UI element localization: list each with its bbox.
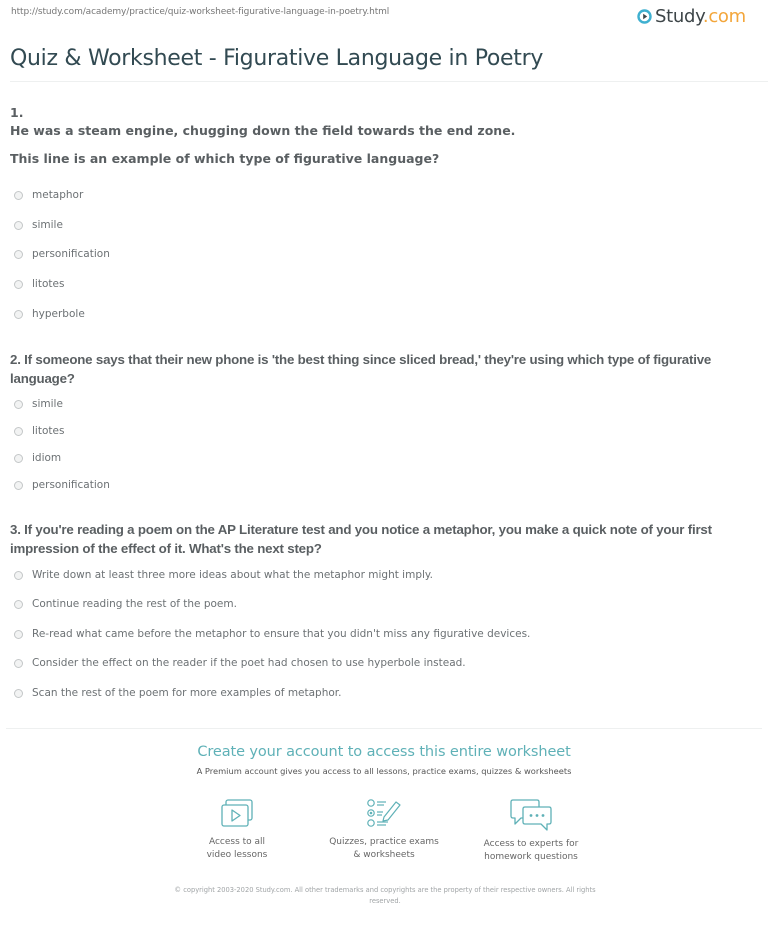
feature-label: Access to experts for (483, 839, 579, 849)
question-2-option[interactable]: simile (14, 398, 63, 410)
question-3-text: 3. If you're reading a poem on the AP Li… (10, 522, 712, 556)
option-label: metaphor (32, 189, 84, 201)
question-1-text: This line is an example of which type of… (10, 151, 440, 166)
radio-button[interactable] (14, 249, 23, 259)
radio-button[interactable] (14, 570, 23, 580)
page-url: http://study.com/academy/practice/quiz-w… (11, 7, 390, 17)
radio-button[interactable] (14, 688, 23, 698)
option-label: personification (32, 248, 110, 260)
feature-video-lessons: Access to all video lessons (162, 798, 312, 862)
option-label: idiom (32, 452, 62, 464)
logo-suffix: .com (702, 6, 746, 27)
question-2-option[interactable]: idiom (14, 452, 61, 464)
option-label: personification (32, 479, 110, 491)
radio-button[interactable] (14, 190, 23, 200)
radio-button[interactable] (14, 629, 23, 639)
radio-button[interactable] (14, 480, 23, 490)
question-3-option[interactable]: Scan the rest of the poem for more examp… (14, 687, 342, 699)
option-label: Continue reading the rest of the poem. (32, 598, 237, 610)
option-label: Re-read what came before the metaphor to… (32, 628, 531, 640)
feature-label: Quizzes, practice exams (329, 837, 439, 847)
option-label: Consider the effect on the reader if the… (32, 657, 466, 669)
radio-button[interactable] (14, 453, 23, 463)
question-3-option[interactable]: Write down at least three more ideas abo… (14, 569, 433, 581)
question-1-option[interactable]: litotes (14, 278, 64, 290)
cta-subtitle: A Premium account gives you access to al… (196, 766, 572, 776)
feature-label: & worksheets (353, 850, 415, 860)
question-2-option[interactable]: litotes (14, 425, 64, 437)
question-1-option[interactable]: simile (14, 219, 63, 231)
question-1-option[interactable]: metaphor (14, 189, 83, 201)
feature-quizzes: Quizzes, practice exams & worksheets (309, 798, 459, 862)
video-lessons-icon (162, 798, 312, 830)
feature-label: Access to all (208, 837, 266, 847)
option-label: hyperbole (32, 308, 85, 320)
cta-title[interactable]: Create your account to access this entir… (0, 744, 768, 760)
radio-button[interactable] (14, 599, 23, 609)
feature-label: homework questions (484, 852, 578, 862)
feature-label: video lessons (206, 850, 268, 860)
radio-button[interactable] (14, 220, 23, 230)
option-label: simile (32, 398, 63, 410)
play-circle-icon (637, 9, 652, 24)
chat-bubbles-icon (456, 798, 606, 832)
question-3-option[interactable]: Consider the effect on the reader if the… (14, 657, 466, 669)
question-2-option[interactable]: personification (14, 479, 110, 491)
radio-button[interactable] (14, 426, 23, 436)
question-3-option[interactable]: Re-read what came before the metaphor to… (14, 628, 530, 640)
page-title: Quiz & Worksheet - Figurative Language i… (10, 46, 544, 71)
question-1-option[interactable]: personification (14, 248, 110, 260)
question-1-option[interactable]: hyperbole (14, 308, 85, 320)
copyright-line: © copyright 2003-2020 Study.com. All oth… (174, 886, 596, 894)
radio-button[interactable] (14, 399, 23, 409)
title-divider (10, 81, 768, 82)
option-label: Scan the rest of the poem for more examp… (32, 687, 342, 699)
option-label: litotes (32, 278, 65, 290)
question-2-text: 2. If someone says that their new phone … (10, 352, 712, 386)
section-divider (6, 728, 762, 729)
question-1-number: 1. (10, 105, 24, 120)
question-1-prompt: He was a steam engine, chugging down the… (10, 123, 516, 138)
feature-experts: Access to experts for homework questions (456, 798, 606, 864)
option-label: litotes (32, 425, 65, 437)
copyright-line: reserved. (369, 897, 401, 905)
logo-name: Study (655, 6, 703, 27)
option-label: Write down at least three more ideas abo… (32, 569, 433, 581)
copyright-notice: © copyright 2003-2020 Study.com. All oth… (140, 885, 630, 907)
option-label: simile (32, 219, 63, 231)
question-3-option[interactable]: Continue reading the rest of the poem. (14, 598, 237, 610)
radio-button[interactable] (14, 309, 23, 319)
quiz-checklist-icon (309, 798, 459, 830)
study-logo[interactable]: Study.com (637, 6, 746, 27)
radio-button[interactable] (14, 279, 23, 289)
radio-button[interactable] (14, 658, 23, 668)
